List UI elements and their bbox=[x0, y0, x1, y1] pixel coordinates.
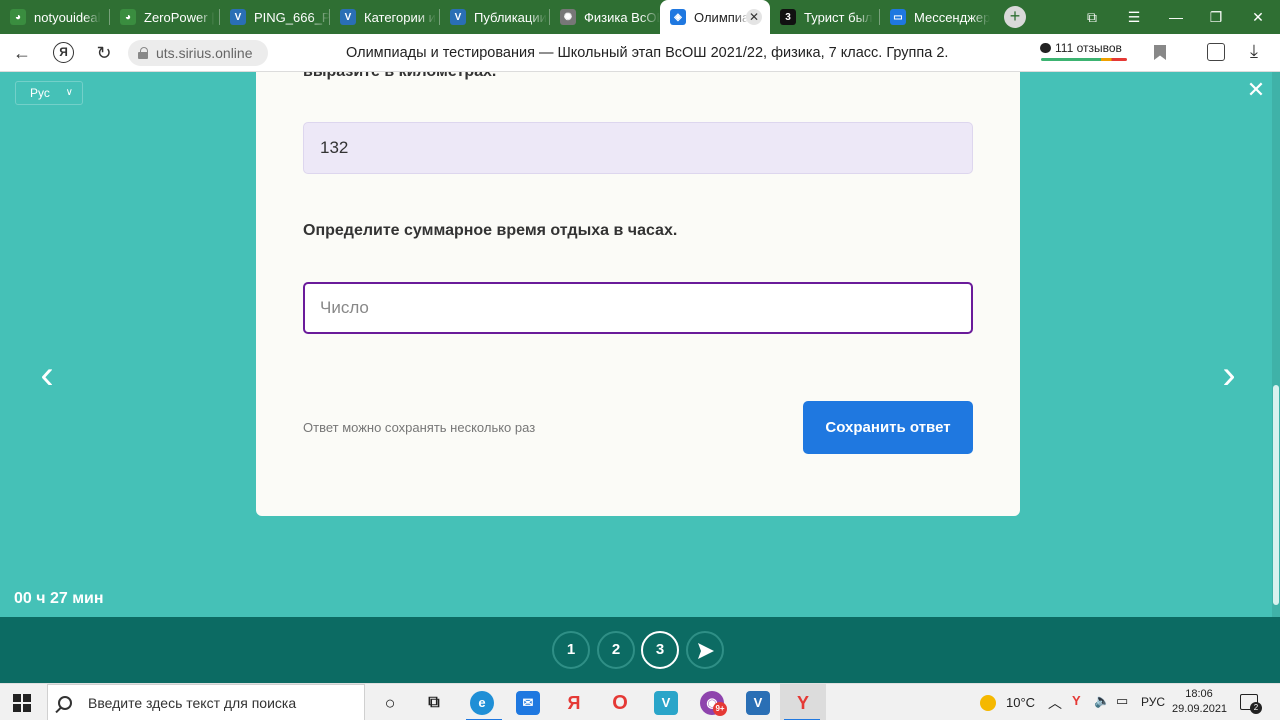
browser-tab[interactable]: V PING_666_Pi bbox=[220, 0, 330, 34]
task-view-icon[interactable]: ⧉ bbox=[422, 691, 446, 715]
scrollbar-thumb[interactable] bbox=[1273, 385, 1279, 605]
vk-shield-icon: V bbox=[230, 9, 246, 25]
yandex-browser-icon[interactable]: Y bbox=[791, 691, 815, 715]
vk-shield-icon[interactable]: V bbox=[746, 691, 770, 715]
yandex-icon[interactable]: Я bbox=[562, 691, 586, 715]
close-icon[interactable]: ✕ bbox=[1246, 79, 1266, 101]
page-button[interactable]: 1 bbox=[552, 631, 590, 669]
browser-tab[interactable]: ◕ notyouideal bbox=[0, 0, 110, 34]
page-title: Олимпиады и тестирования — Школьный этап… bbox=[346, 45, 949, 61]
clock-date: 29.09.2021 bbox=[1172, 703, 1228, 715]
language-value: Рус bbox=[30, 86, 50, 100]
browser-tab[interactable]: ▭ Мессенджер bbox=[880, 0, 990, 34]
notification-badge: 2 bbox=[1250, 702, 1262, 714]
znanija-icon: 3 bbox=[780, 9, 796, 25]
cortana-icon[interactable]: ○ bbox=[378, 691, 402, 715]
chevron-up-icon[interactable]: ︿ bbox=[1048, 693, 1062, 713]
collections-window-icon[interactable]: ⧉ bbox=[1072, 0, 1112, 34]
browser-tab[interactable]: 3 Турист был bbox=[770, 0, 880, 34]
pagination-bar: 1 2 3 bbox=[0, 617, 1280, 683]
vk-shield-icon: V bbox=[340, 9, 356, 25]
reviews-button[interactable]: 111 отзывов bbox=[1040, 41, 1122, 55]
search-placeholder: Введите здесь текст для поиска bbox=[88, 694, 297, 711]
submit-button[interactable] bbox=[686, 631, 724, 669]
browser-tab[interactable]: V Публикации bbox=[440, 0, 550, 34]
windows-start-icon[interactable] bbox=[13, 694, 31, 712]
volume-icon[interactable]: 🔈 bbox=[1094, 693, 1110, 709]
edge-icon[interactable]: e bbox=[470, 691, 494, 715]
reload-icon[interactable]: ↻ bbox=[92, 42, 116, 64]
tab-label: Олимпиа bbox=[694, 9, 750, 25]
tab-label: ZeroPower | bbox=[144, 9, 215, 25]
browser-tab[interactable]: ◕ ZeroPower | bbox=[110, 0, 220, 34]
opera-icon[interactable]: O bbox=[608, 691, 632, 715]
chevron-right-icon[interactable]: › bbox=[1214, 355, 1244, 399]
timer: 00 ч 27 мин bbox=[14, 590, 104, 607]
network-icon[interactable]: ▭ bbox=[1116, 693, 1128, 709]
tab-label: Публикации bbox=[474, 9, 547, 25]
url-field[interactable]: uts.sirius.online bbox=[128, 40, 268, 66]
question-card: выразите в километрах. 132 Определите су… bbox=[256, 72, 1020, 516]
weather-sun-icon[interactable] bbox=[980, 695, 996, 711]
browser-tab[interactable]: ✺ Физика ВсОШ bbox=[550, 0, 660, 34]
yandex-button[interactable]: Я bbox=[53, 42, 74, 63]
weather-temperature[interactable]: 10°C bbox=[1006, 695, 1035, 710]
tab-label: Категории и bbox=[364, 9, 436, 25]
browser-tab-active[interactable]: ◈ Олимпиа ✕ bbox=[660, 0, 770, 34]
browser-tabstrip: ◕ notyouideal ◕ ZeroPower | V PING_666_P… bbox=[0, 0, 1280, 34]
page-button-current[interactable]: 3 bbox=[641, 631, 679, 669]
number-input[interactable] bbox=[303, 282, 973, 334]
language-select[interactable]: Рус ∨ bbox=[15, 81, 83, 105]
back-arrow-icon[interactable]: ← bbox=[10, 42, 34, 64]
clock-time: 18:06 bbox=[1185, 688, 1213, 700]
star-burst-icon: ✺ bbox=[560, 9, 576, 25]
keyboard-language[interactable]: РУС bbox=[1141, 695, 1165, 709]
answer-field-filled[interactable]: 132 bbox=[303, 122, 973, 174]
send-icon bbox=[698, 643, 714, 659]
address-bar: ← Я ↻ uts.sirius.online Олимпиады и тест… bbox=[0, 34, 1280, 72]
tab-label: Турист был bbox=[804, 9, 873, 25]
search-icon bbox=[58, 695, 72, 710]
maximize-icon[interactable]: ❐ bbox=[1196, 0, 1236, 34]
vk-shield-icon[interactable]: V bbox=[654, 691, 678, 715]
bookmark-icon[interactable] bbox=[1154, 45, 1166, 60]
question-text: выразите в километрах. bbox=[303, 72, 496, 81]
save-answer-button[interactable]: Сохранить ответ bbox=[803, 401, 973, 454]
mail-icon[interactable]: ✉ bbox=[516, 691, 540, 715]
url-text: uts.sirius.online bbox=[156, 45, 253, 61]
notification-count-badge: 9+ bbox=[713, 702, 727, 716]
tab-label: Физика ВсОШ bbox=[584, 9, 660, 25]
vk-shield-icon: V bbox=[450, 9, 466, 25]
collections-icon[interactable] bbox=[1207, 43, 1225, 61]
download-icon[interactable]: ⤓ bbox=[1250, 41, 1258, 62]
save-hint: Ответ можно сохранять несколько раз bbox=[303, 420, 536, 435]
new-tab-button[interactable]: + bbox=[1004, 6, 1026, 28]
chevron-left-icon[interactable]: ‹ bbox=[32, 355, 62, 399]
browser-tab[interactable]: V Категории и bbox=[330, 0, 440, 34]
taskbar-clock[interactable]: 18:06 29.09.2021 bbox=[1172, 687, 1228, 717]
question-text: Определите суммарное время отдыха в часа… bbox=[303, 222, 678, 239]
chevron-down-icon: ∨ bbox=[65, 87, 73, 98]
page-button[interactable]: 2 bbox=[597, 631, 635, 669]
windows-taskbar: Введите здесь текст для поиска ○ ⧉ e ✉ Я… bbox=[0, 683, 1280, 720]
cat-icon: ◕ bbox=[120, 9, 136, 25]
menu-icon[interactable]: ☰ bbox=[1114, 0, 1154, 34]
tab-label: notyouideal bbox=[34, 9, 101, 25]
comment-icon bbox=[1040, 43, 1051, 53]
minimize-icon[interactable]: — bbox=[1156, 0, 1196, 34]
rating-bar bbox=[1041, 58, 1127, 61]
yandex-tray-icon[interactable]: Y bbox=[1072, 693, 1081, 708]
reviews-count: 111 отзывов bbox=[1055, 41, 1122, 55]
messenger-icon: ▭ bbox=[890, 9, 906, 25]
close-window-icon[interactable]: ✕ bbox=[1238, 0, 1278, 34]
lock-icon bbox=[138, 47, 148, 59]
sirius-icon: ◈ bbox=[670, 9, 686, 25]
taskbar-search[interactable]: Введите здесь текст для поиска bbox=[47, 684, 365, 720]
tab-label: Мессенджер bbox=[914, 9, 990, 25]
cat-icon: ◕ bbox=[10, 9, 26, 25]
tab-label: PING_666_Pi bbox=[254, 9, 330, 25]
tab-close-icon[interactable]: ✕ bbox=[746, 9, 762, 25]
